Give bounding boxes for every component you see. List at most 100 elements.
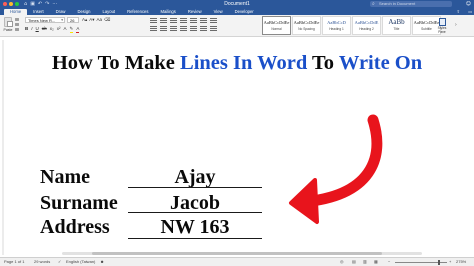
field-value-address[interactable]: NW 163	[128, 216, 262, 238]
strikethrough-icon[interactable]: ab	[42, 26, 47, 33]
style-name: Heading 1	[329, 27, 344, 31]
writing-line	[128, 187, 262, 188]
red-curved-arrow-icon	[289, 114, 383, 224]
comments-icon[interactable]: ▭	[468, 9, 472, 14]
grow-font-icon[interactable]: A▴	[82, 17, 87, 23]
ribbon: Paste Times New R... ▾ 26 A▴ A▾ Aa ⌫ B I…	[0, 15, 474, 37]
font-size-select[interactable]: 26	[67, 17, 79, 23]
style-preview: AaBbCcDdEe	[293, 20, 320, 25]
document-heading: How To Make Lines In Word To Write On	[0, 51, 474, 75]
change-case-icon[interactable]: Aa	[97, 17, 103, 23]
title-bar: ⌂ ▣ ↶ ↷ ⋯ Document1 ⌕ Search in Document…	[0, 0, 474, 8]
search-input[interactable]: ⌕ Search in Document	[370, 1, 452, 7]
heading-part-highlight: Write On	[338, 52, 423, 74]
show-marks-icon[interactable]	[210, 18, 217, 23]
style-heading-2[interactable]: AaBbCcDdE Heading 2	[352, 16, 381, 35]
paste-button[interactable]: Paste	[3, 17, 13, 32]
underline-icon[interactable]: U	[36, 26, 39, 33]
style-name: Heading 2	[359, 27, 374, 31]
bullets-icon[interactable]	[150, 18, 157, 23]
writing-line	[128, 238, 262, 239]
styles-gallery: AaBbCcDdEe Normal AaBbCcDdEe No Spacing …	[262, 16, 441, 35]
style-preview: AaBbCcDdE	[354, 20, 379, 25]
style-name: Title	[393, 27, 400, 31]
clear-format-icon[interactable]: ⌫	[104, 17, 110, 23]
superscript-icon[interactable]: x²	[57, 26, 61, 33]
field-label-surname: Surname	[40, 192, 118, 214]
field-value-name[interactable]: Ajay	[128, 166, 262, 188]
search-placeholder: Search in Document	[379, 1, 416, 6]
accessibility-icon[interactable]: ☻	[100, 258, 104, 266]
justify-icon[interactable]	[180, 26, 187, 31]
arrow-head	[289, 178, 319, 224]
writing-line	[128, 212, 262, 213]
heading-part-highlight: Lines In Word	[180, 52, 308, 74]
align-right-icon[interactable]	[170, 26, 177, 31]
scrollbar-thumb[interactable]	[92, 252, 382, 255]
paste-label: Paste	[3, 28, 13, 32]
font-size-tools: A▴ A▾ Aa ⌫	[82, 17, 110, 23]
zoom-out-icon[interactable]: −	[388, 258, 390, 266]
decrease-indent-icon[interactable]	[180, 18, 187, 23]
chevron-down-icon: ▾	[61, 18, 63, 22]
font-name-value: Times New R...	[28, 18, 56, 23]
multilevel-list-icon[interactable]	[170, 18, 177, 23]
highlight-icon[interactable]: ✎	[69, 26, 74, 33]
style-preview: AaBbCcD	[327, 20, 346, 25]
print-layout-icon[interactable]: ▥	[363, 258, 367, 266]
increase-indent-icon[interactable]	[190, 18, 197, 23]
borders-icon[interactable]	[210, 26, 217, 31]
font-color-icon[interactable]: A	[76, 26, 80, 33]
paste-icon	[4, 17, 13, 27]
web-layout-icon[interactable]: ▦	[374, 258, 378, 266]
title-bar-right: ☺	[466, 1, 471, 7]
text-effects-icon[interactable]: A	[64, 26, 67, 33]
bold-icon[interactable]: B	[25, 26, 28, 33]
sort-icon[interactable]	[200, 18, 207, 23]
text-format-tools: B I U ab x₂ x² A ✎ A	[25, 26, 80, 33]
style-preview: AaBb	[388, 18, 405, 26]
font-size-value: 26	[70, 18, 75, 23]
language[interactable]: English (Taiwan)	[66, 258, 95, 266]
zoom-level[interactable]: 275%	[456, 258, 466, 266]
field-label-address: Address	[40, 216, 110, 238]
style-title[interactable]: AaBb Title	[382, 16, 411, 35]
horizontal-scrollbar[interactable]	[62, 252, 422, 255]
focus-icon[interactable]: ◎	[340, 258, 344, 266]
paragraph-tools	[150, 18, 230, 34]
account-icon[interactable]: ☺	[466, 1, 471, 7]
styles-pane-icon	[438, 18, 446, 26]
shrink-font-icon[interactable]: A▾	[89, 17, 94, 23]
style-preview: AaBbCcDdEe	[263, 20, 290, 25]
cut-icon[interactable]	[15, 18, 19, 21]
search-icon: ⌕	[372, 1, 375, 7]
page-count[interactable]: Page 1 of 1	[4, 258, 24, 266]
font-name-select[interactable]: Times New R... ▾	[25, 17, 65, 23]
line-spacing-icon[interactable]	[190, 26, 197, 31]
chevron-down-icon[interactable]: ›	[455, 22, 457, 28]
italic-icon[interactable]: I	[31, 26, 32, 33]
read-mode-icon[interactable]: ▤	[352, 258, 356, 266]
styles-pane-button[interactable]: Styles Pane	[434, 18, 450, 34]
word-count[interactable]: 29 words	[34, 258, 50, 266]
heading-part: How To Make	[51, 52, 181, 74]
style-no-spacing[interactable]: AaBbCcDdEe No Spacing	[292, 16, 321, 35]
status-bar: Page 1 of 1 29 words ✓ English (Taiwan) …	[0, 257, 474, 266]
style-normal[interactable]: AaBbCcDdEe Normal	[262, 16, 291, 35]
subscript-icon[interactable]: x₂	[50, 26, 54, 33]
zoom-in-icon[interactable]: +	[449, 258, 451, 266]
style-name: Normal	[271, 27, 282, 31]
zoom-slider-thumb[interactable]	[437, 260, 440, 265]
copy-icon[interactable]	[15, 23, 19, 26]
field-value-surname[interactable]: Jacob	[128, 192, 262, 214]
style-name: No Spacing	[298, 27, 315, 31]
share-icon[interactable]: ⇪	[457, 9, 460, 14]
align-left-icon[interactable]	[150, 26, 157, 31]
align-center-icon[interactable]	[160, 26, 167, 31]
proofing-icon[interactable]: ✓	[58, 258, 61, 266]
style-heading-1[interactable]: AaBbCcD Heading 1	[322, 16, 351, 35]
heading-part: To	[307, 52, 339, 74]
shading-icon[interactable]	[200, 26, 207, 31]
format-painter-icon[interactable]	[15, 28, 19, 31]
numbering-icon[interactable]	[160, 18, 167, 23]
